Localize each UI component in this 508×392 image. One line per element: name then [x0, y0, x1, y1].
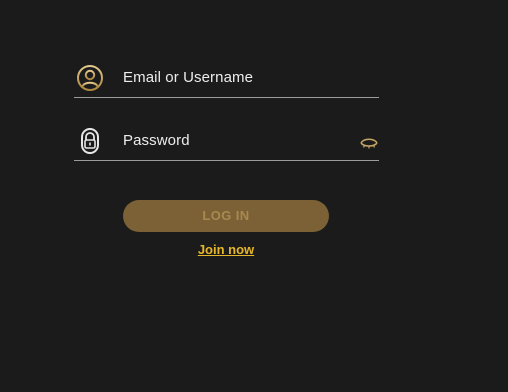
- email-placeholder: Email or Username: [123, 69, 254, 86]
- user-circle-icon: [77, 65, 103, 91]
- password-placeholder: Password: [123, 132, 190, 149]
- login-button[interactable]: LOG IN: [123, 200, 329, 232]
- eye-closed-icon[interactable]: [360, 137, 378, 149]
- join-now-link[interactable]: Join now: [0, 242, 452, 257]
- email-field[interactable]: Email or Username: [74, 61, 379, 98]
- lock-icon: [81, 128, 99, 154]
- password-field[interactable]: Password: [74, 124, 379, 161]
